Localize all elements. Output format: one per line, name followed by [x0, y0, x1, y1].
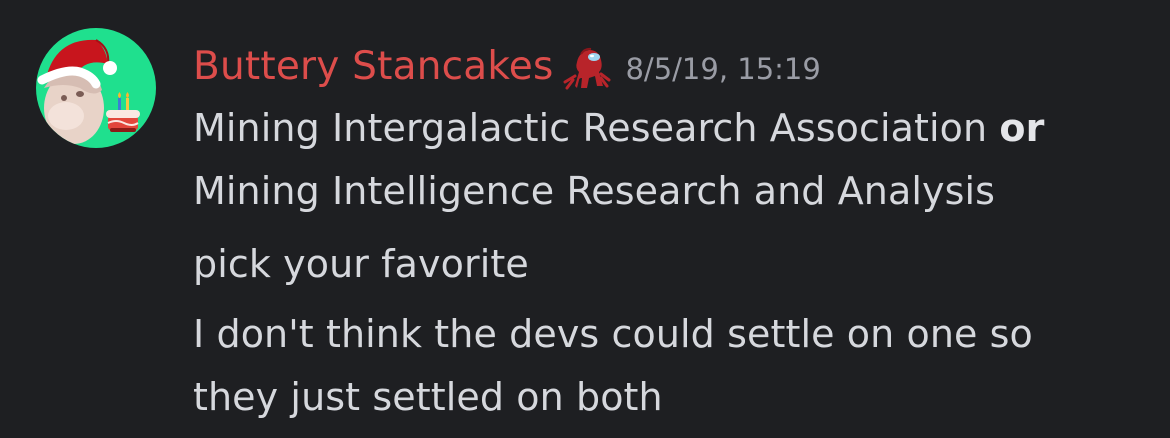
chat-message: Buttery Stancakes 8/5/19, 15:19 Mining I… — [0, 0, 1170, 438]
message-line-2: Mining Intelligence Research and Analysi… — [193, 169, 996, 213]
avatar-background — [36, 28, 156, 148]
author-name[interactable]: Buttery Stancakes — [193, 44, 553, 89]
message-text: Mining Intergalactic Research Associatio… — [193, 106, 1000, 150]
message-bold-text: or — [999, 106, 1045, 150]
user-avatar[interactable] — [36, 28, 158, 150]
red-crewmate-icon[interactable] — [561, 42, 611, 92]
message-header: Buttery Stancakes 8/5/19, 15:19 — [193, 38, 821, 94]
message-line-1: Mining Intergalactic Research Associatio… — [193, 98, 1044, 158]
message-timestamp[interactable]: 8/5/19, 15:19 — [625, 52, 820, 86]
message-line-4: I don't think the devs could settle on o… — [193, 312, 1033, 356]
santa-hat-cat-avatar-icon — [37, 39, 140, 144]
message-line-3: pick your favorite — [193, 242, 529, 286]
message-line-5: they just settled on both — [193, 375, 663, 419]
